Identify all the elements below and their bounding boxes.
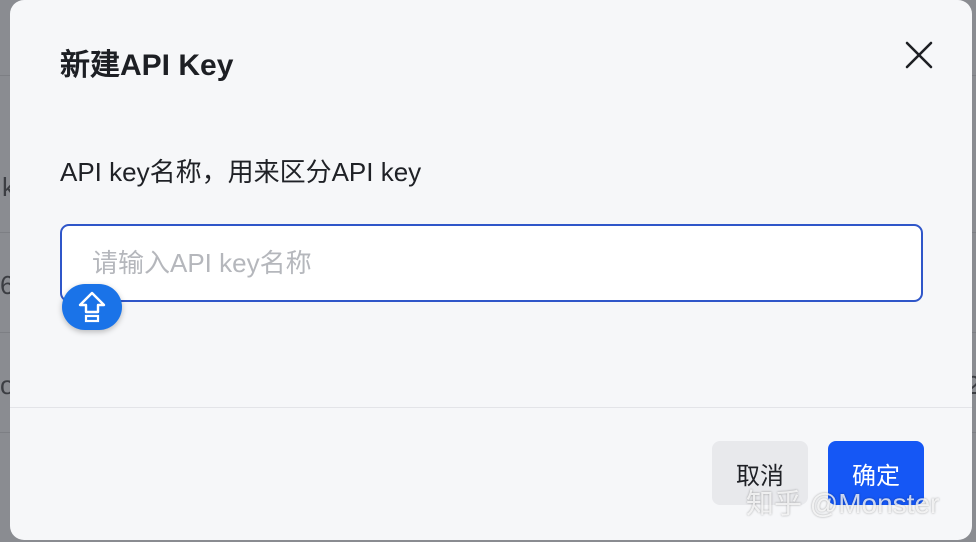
close-button[interactable] [898, 36, 938, 76]
footer-divider [10, 407, 972, 408]
confirm-button[interactable]: 确定 [828, 441, 924, 505]
keyboard-shift-icon [78, 291, 106, 323]
close-icon [905, 41, 933, 69]
cancel-button[interactable]: 取消 [712, 441, 808, 505]
api-key-name-label: API key名称，用来区分API key [60, 157, 422, 187]
keyboard-toggle-button[interactable] [62, 284, 122, 330]
api-key-name-input[interactable] [60, 224, 923, 302]
dialog-title: 新建API Key [60, 49, 234, 82]
new-api-key-dialog: 新建API Key API key名称，用来区分API key 取消 确定 [10, 0, 972, 540]
